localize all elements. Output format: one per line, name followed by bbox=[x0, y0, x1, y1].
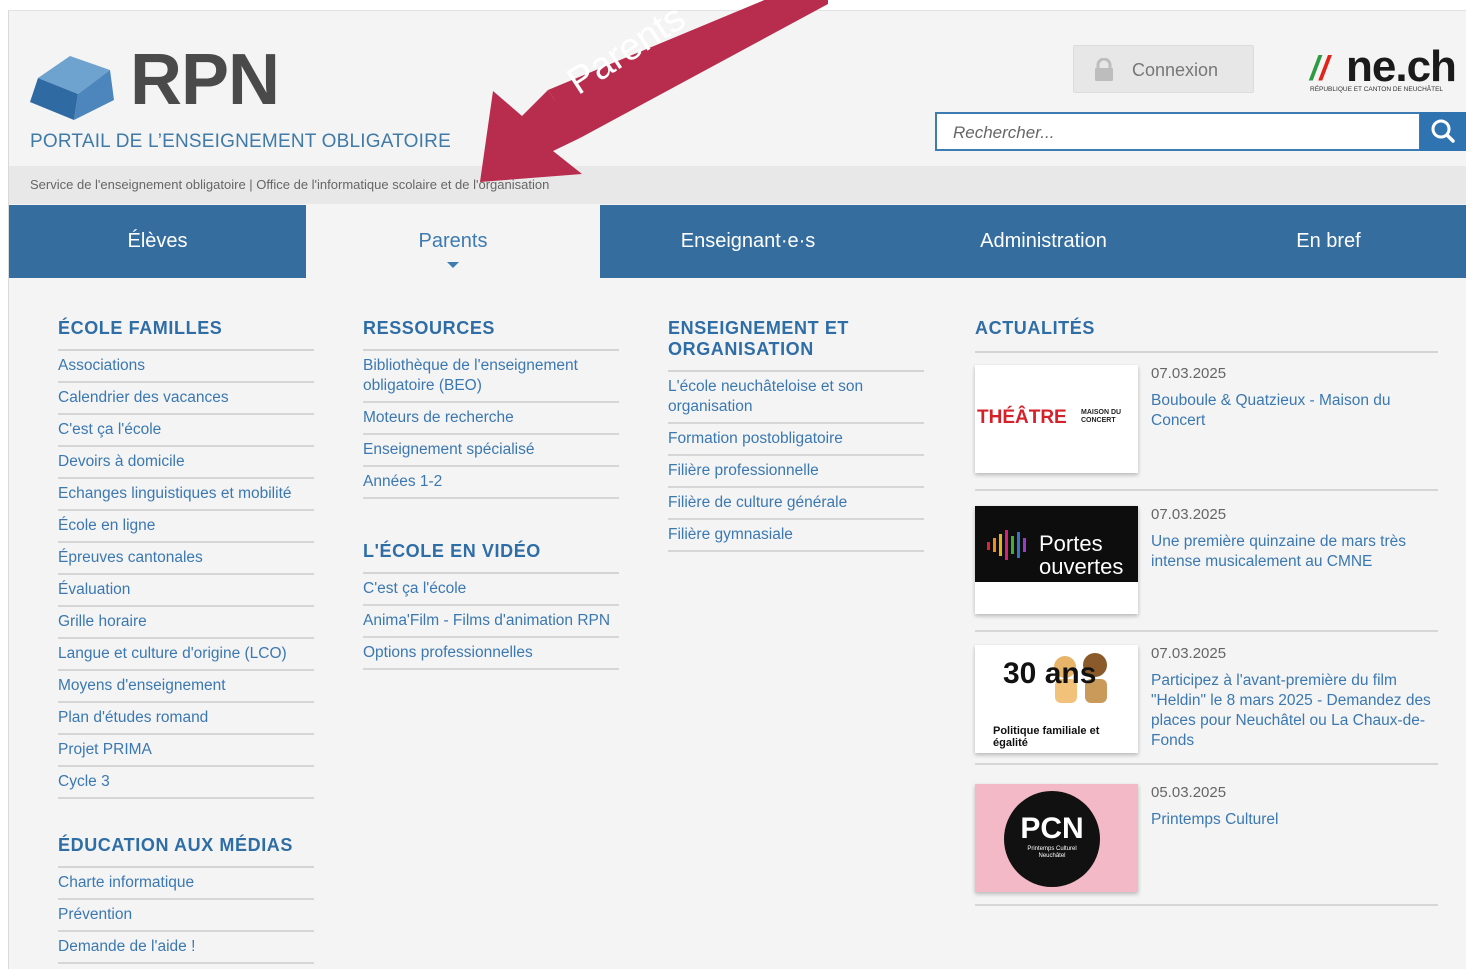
menu-link[interactable]: Moteurs de recherche bbox=[363, 403, 619, 435]
thumb-subtext: Printemps Culturel Neuchâtel bbox=[1027, 846, 1077, 859]
tab-parents[interactable]: Parents bbox=[306, 205, 601, 278]
service-bar: Service de l'enseignement obligatoire | … bbox=[9, 166, 1466, 204]
news-date: 07.03.2025 bbox=[1151, 506, 1227, 523]
section-heading: RESSOURCES bbox=[363, 318, 619, 351]
tab-label: Enseignant·e·s bbox=[680, 230, 816, 252]
news-title[interactable]: Participez à l'avant-première du film "H… bbox=[1151, 671, 1436, 751]
thumb-subtext: ouvertes bbox=[1039, 554, 1124, 579]
section-heading: ACTUALITÉS bbox=[975, 318, 1438, 353]
tab-eleves[interactable]: Élèves bbox=[9, 205, 307, 278]
ne-logo-word: ne.ch bbox=[1346, 42, 1457, 91]
section-heading: ÉDUCATION AUX MÉDIAS bbox=[58, 835, 314, 868]
menu-link[interactable]: Devoirs à domicile bbox=[58, 447, 314, 479]
menu-link[interactable]: Moyens d'enseignement bbox=[58, 671, 314, 703]
menu-link[interactable]: Filière de culture générale bbox=[668, 488, 924, 520]
news-title[interactable]: Printemps Culturel bbox=[1151, 810, 1436, 830]
news-title[interactable]: Bouboule & Quatzieux - Maison du Concert bbox=[1151, 391, 1436, 431]
thumb-subtext: MAISON DU CONCERT bbox=[1081, 409, 1122, 424]
thumb-text: THÉÂTRE bbox=[977, 407, 1067, 428]
news-thumbnail[interactable]: THÉÂTRE MAISON DU CONCERT bbox=[975, 365, 1138, 473]
menu-link[interactable]: Demande de l'aide ! bbox=[58, 932, 314, 964]
news-column: ACTUALITÉS bbox=[975, 318, 1438, 353]
brand-name[interactable]: RPN bbox=[130, 44, 280, 116]
menu-link[interactable]: Épreuves cantonales bbox=[58, 543, 314, 575]
ne-logo-subtitle: RÉPUBLIQUE ET CANTON DE NEUCHÂTEL bbox=[1310, 86, 1444, 93]
main-nav: Élèves Parents Enseignant·e·s Administra… bbox=[9, 205, 1466, 278]
tab-label: Parents bbox=[418, 230, 488, 252]
menu-link[interactable]: Anima'Film - Films d'animation RPN bbox=[363, 606, 619, 638]
menu-link[interactable]: Années 1-2 bbox=[363, 467, 619, 499]
news-item[interactable]: THÉÂTRE MAISON DU CONCERT 07.03.2025 Bou… bbox=[975, 365, 1438, 491]
menu-link[interactable]: Associations bbox=[58, 351, 314, 383]
tab-en-bref[interactable]: En bref bbox=[1191, 205, 1466, 278]
news-thumbnail[interactable]: 30 ans Politique familiale et égalité bbox=[975, 645, 1138, 753]
menu-column-ecole-familles: ÉCOLE FAMILLES Associations Calendrier d… bbox=[58, 318, 314, 964]
menu-link[interactable]: Options professionnelles bbox=[363, 638, 619, 670]
menu-link[interactable]: École en ligne bbox=[58, 511, 314, 543]
menu-link[interactable]: Projet PRIMA bbox=[58, 735, 314, 767]
news-date: 07.03.2025 bbox=[1151, 645, 1227, 662]
menu-link[interactable]: Charte informatique bbox=[58, 868, 314, 900]
menu-link[interactable]: C'est ça l'école bbox=[58, 415, 314, 447]
menu-column-ressources: RESSOURCES Bibliothèque de l'enseignemen… bbox=[363, 318, 619, 670]
menu-link[interactable]: Enseignement spécialisé bbox=[363, 435, 619, 467]
thumb-subtext: Politique familiale et égalité bbox=[993, 725, 1100, 749]
section-heading: ENSEIGNEMENT ET ORGANISATION bbox=[668, 318, 924, 372]
service-line: Service de l'enseignement obligatoire | … bbox=[30, 177, 550, 192]
section-heading: L'ÉCOLE EN VIDÉO bbox=[363, 541, 619, 574]
tab-label: En bref bbox=[1296, 230, 1361, 252]
tab-label: Élèves bbox=[127, 230, 188, 252]
search-box bbox=[935, 112, 1421, 151]
news-date: 05.03.2025 bbox=[1151, 784, 1227, 801]
menu-link[interactable]: C'est ça l'école bbox=[363, 574, 619, 606]
menu-link[interactable]: Langue et culture d'origine (LCO) bbox=[58, 639, 314, 671]
menu-link[interactable]: Grille horaire bbox=[58, 607, 314, 639]
news-date: 07.03.2025 bbox=[1151, 365, 1227, 382]
thumb-text: 30 ans bbox=[1003, 657, 1097, 690]
thumb-text: PCN bbox=[1020, 812, 1084, 845]
menu-link[interactable]: Évaluation bbox=[58, 575, 314, 607]
menu-link[interactable]: Prévention bbox=[58, 900, 314, 932]
news-title[interactable]: Une première quinzaine de mars très inte… bbox=[1151, 532, 1436, 572]
menu-link[interactable]: Echanges linguistiques et mobilité bbox=[58, 479, 314, 511]
login-button[interactable]: Connexion bbox=[1073, 45, 1254, 93]
news-item[interactable]: PCN Printemps Culturel Neuchâtel 05.03.2… bbox=[975, 784, 1438, 906]
news-item[interactable]: Portes ouvertes 07.03.2025 Une première … bbox=[975, 506, 1438, 632]
tab-administration[interactable]: Administration bbox=[896, 205, 1192, 278]
tagline: PORTAIL DE L’ENSEIGNEMENT OBLIGATOIRE bbox=[30, 131, 451, 152]
menu-link[interactable]: Cycle 3 bbox=[58, 767, 314, 799]
news-thumbnail[interactable]: Portes ouvertes bbox=[975, 506, 1138, 614]
menu-link[interactable]: Formation postobligatoire bbox=[668, 424, 924, 456]
thumb-text: Portes bbox=[1039, 531, 1103, 556]
section-heading: ÉCOLE FAMILLES bbox=[58, 318, 314, 351]
news-thumbnail[interactable]: PCN Printemps Culturel Neuchâtel bbox=[975, 784, 1138, 892]
rpn-logo-icon[interactable] bbox=[28, 50, 118, 122]
menu-column-enseignement: ENSEIGNEMENT ET ORGANISATION L'école neu… bbox=[668, 318, 924, 552]
menu-link[interactable]: Filière professionnelle bbox=[668, 456, 924, 488]
caret-down-icon bbox=[447, 262, 459, 268]
lock-icon bbox=[1095, 58, 1113, 81]
search-icon bbox=[1431, 119, 1455, 143]
ne-flag-icon: // bbox=[1310, 50, 1329, 88]
menu-link[interactable]: Plan d'études romand bbox=[58, 703, 314, 735]
search-input[interactable] bbox=[951, 120, 1405, 146]
login-label: Connexion bbox=[1132, 60, 1219, 80]
menu-link[interactable]: Bibliothèque de l'enseignement obligatoi… bbox=[363, 351, 619, 403]
menu-link[interactable]: L'école neuchâteloise et son organisatio… bbox=[668, 372, 924, 424]
menu-link[interactable]: Filière gymnasiale bbox=[668, 520, 924, 552]
tab-label: Administration bbox=[980, 230, 1107, 252]
menu-link[interactable]: Calendrier des vacances bbox=[58, 383, 314, 415]
tab-enseignants[interactable]: Enseignant·e·s bbox=[600, 205, 897, 278]
search-button[interactable] bbox=[1420, 112, 1466, 151]
ne-ch-logo[interactable]: // ne.ch RÉPUBLIQUE ET CANTON DE NEUCHÂT… bbox=[1310, 42, 1466, 98]
news-item[interactable]: 30 ans Politique familiale et égalité 07… bbox=[975, 645, 1438, 765]
equalizer-icon bbox=[987, 530, 1026, 560]
